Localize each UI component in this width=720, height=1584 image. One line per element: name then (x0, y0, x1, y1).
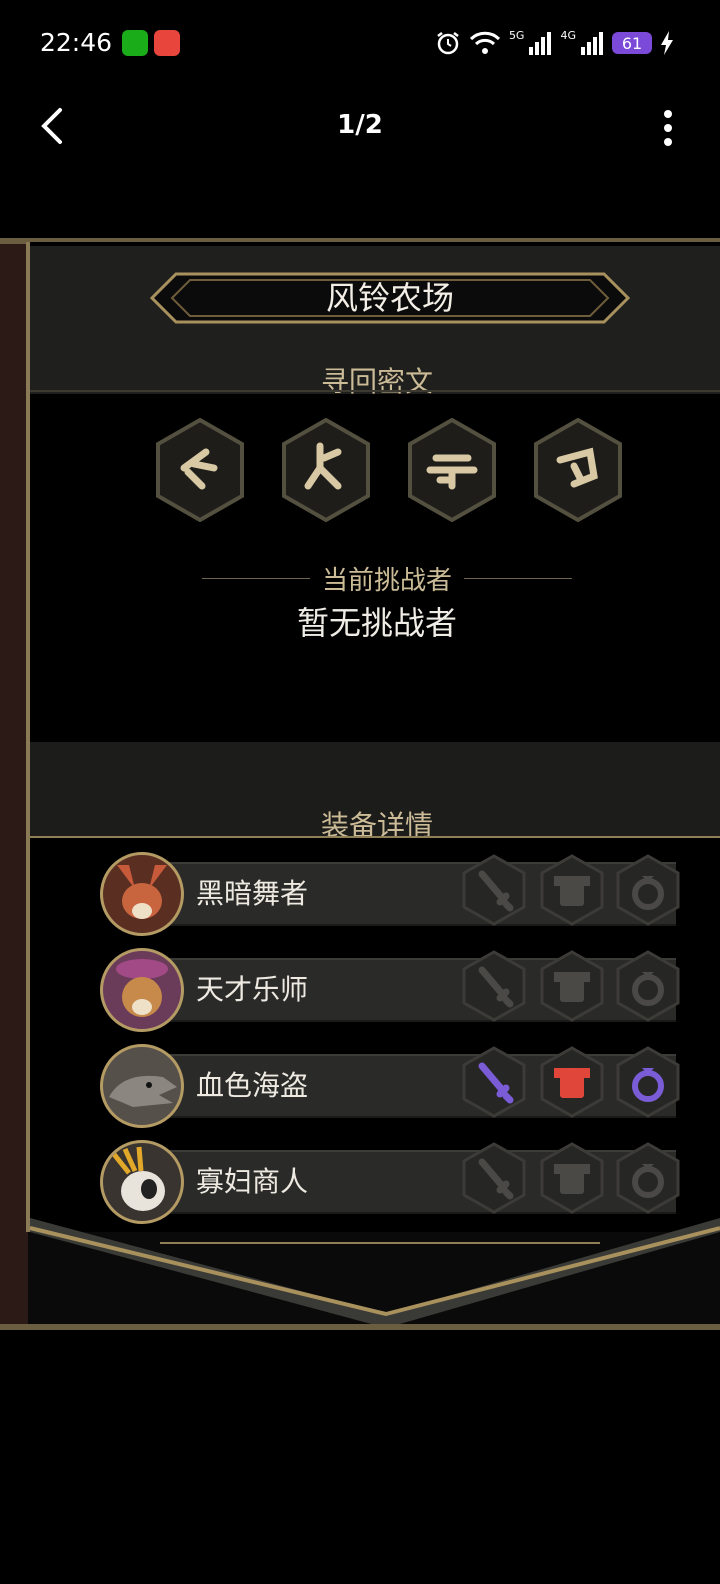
hero-name: 天才乐师 (196, 973, 309, 1006)
rune-glyph-1-icon (156, 418, 244, 522)
armor-slot[interactable] (540, 950, 604, 1022)
ring-slot[interactable] (616, 854, 680, 926)
armor-icon (540, 1142, 604, 1214)
ring-slot[interactable] (616, 1046, 680, 1118)
clock: 22:46 (40, 28, 113, 57)
hero-name: 寡妇商人 (196, 1165, 309, 1198)
page-indicator: 1/2 (337, 110, 383, 140)
ring-icon (616, 854, 680, 926)
alarm-icon (437, 32, 459, 55)
hero-avatar (100, 1140, 184, 1224)
weapon-slot[interactable] (462, 950, 526, 1022)
hero-name: 黑暗舞者 (196, 877, 309, 910)
wifi-icon (469, 31, 500, 54)
weapon-slot[interactable] (462, 1046, 526, 1118)
ring-slot[interactable] (616, 950, 680, 1022)
sword-icon (462, 1046, 526, 1118)
armor-slot[interactable] (540, 1142, 604, 1214)
hero-avatar (100, 852, 184, 936)
divider (30, 836, 720, 838)
rune-glyph-4-icon (534, 418, 622, 522)
ring-icon (616, 950, 680, 1022)
ring-icon (616, 1142, 680, 1214)
hero-row[interactable]: 血色海盗 (100, 1044, 680, 1128)
title-plate: 风铃农场 (150, 272, 630, 324)
hero-name: 血色海盗 (196, 1069, 309, 1102)
divider (30, 390, 720, 392)
sword-icon (462, 854, 526, 926)
rune-slot[interactable] (280, 418, 372, 522)
banner-bottom-point (29, 1218, 720, 1328)
hero-avatar (100, 948, 184, 1032)
status-bar: 22:46 5G 4G 61 (0, 0, 720, 86)
rune-glyph-3-icon (408, 418, 496, 522)
rune-slot[interactable] (406, 418, 498, 522)
more-options-icon[interactable] (658, 108, 678, 148)
armor-icon (540, 1046, 604, 1118)
hero-row[interactable]: 天才乐师 (100, 948, 680, 1032)
divider (202, 578, 310, 579)
game-screenshot: 风铃农场 寻回密文 当前挑战者 暂无挑战者 装备详情 黑暗舞者 天才乐师 血色海… (0, 238, 720, 1330)
frame-bottom-border (0, 1324, 720, 1330)
hero-row[interactable]: 寡妇商人 (100, 1140, 680, 1224)
top-navigation: 1/2 (0, 86, 720, 166)
sword-icon (462, 1142, 526, 1214)
challenger-label: 当前挑战者 (322, 566, 453, 596)
challenger-label-row: 当前挑战者 (202, 560, 573, 597)
armor-icon (540, 950, 604, 1022)
weapon-slot[interactable] (462, 854, 526, 926)
signal-icon (581, 32, 603, 55)
network-5g-label: 5G (508, 28, 525, 42)
challenger-value: 暂无挑战者 (296, 604, 457, 642)
signal-icon (529, 32, 552, 55)
armor-slot[interactable] (540, 1046, 604, 1118)
rune-slot[interactable] (532, 418, 624, 522)
armor-slot[interactable] (540, 854, 604, 926)
equipment-section-title: 装备详情 (320, 809, 433, 842)
network-4g-label: 4G (560, 28, 576, 42)
sword-icon (462, 950, 526, 1022)
ring-slot[interactable] (616, 1142, 680, 1214)
divider (464, 578, 573, 579)
status-icons: 5G 4G 61 (435, 28, 674, 58)
rune-list (154, 418, 624, 522)
armor-icon (540, 854, 604, 926)
battery-indicator: 61 (612, 32, 652, 54)
ring-icon (616, 1046, 680, 1118)
hero-avatar (100, 1044, 184, 1128)
rune-glyph-2-icon (282, 418, 370, 522)
wechat-icon (122, 30, 148, 56)
location-title: 风铃农场 (325, 279, 454, 317)
app-notification-icon (154, 30, 180, 56)
hero-row[interactable]: 黑暗舞者 (100, 852, 680, 936)
background-art (0, 238, 28, 1328)
runes-section-title: 寻回密文 (320, 365, 433, 398)
weapon-slot[interactable] (462, 1142, 526, 1214)
charging-icon (661, 31, 673, 55)
rune-slot[interactable] (154, 418, 246, 522)
location-panel: 风铃农场 寻回密文 当前挑战者 暂无挑战者 装备详情 黑暗舞者 天才乐师 血色海… (26, 242, 720, 1244)
